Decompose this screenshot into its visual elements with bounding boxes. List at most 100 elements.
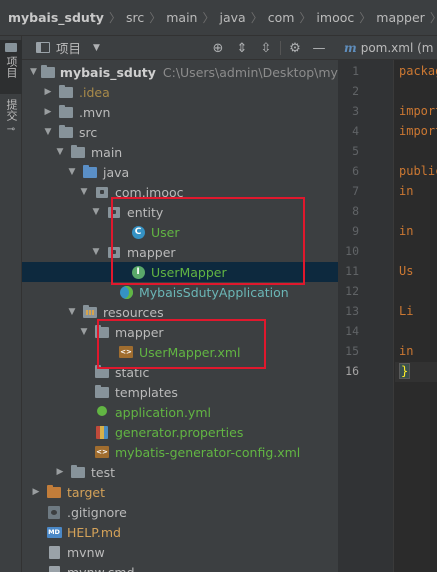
tree-row[interactable]: mvnw — [22, 542, 338, 562]
project-path: C:\Users\admin\Desktop\mybai — [162, 64, 338, 80]
tree-item-label: UserMapper — [151, 264, 227, 280]
gitignore-icon — [46, 504, 62, 520]
editor-tab-label: pom.xml (m — [360, 40, 434, 55]
chevron-down-icon[interactable]: ▼ — [42, 127, 54, 137]
chevron-down-icon[interactable]: ▼ — [54, 147, 66, 157]
xml-icon: <> — [119, 346, 133, 358]
tool-window-strip: 项目 提交 ⊸ — [0, 36, 22, 572]
editor-tab-pom[interactable]: m pom.xml (m — [338, 36, 437, 60]
commit-tool-tab[interactable]: 提交 ⊸ — [0, 96, 22, 150]
project-tool-tab[interactable]: 项目 — [0, 40, 22, 94]
chevron-down-icon[interactable]: ▼ — [66, 167, 78, 177]
tree-row[interactable]: MybaisSdutyApplication — [22, 282, 338, 302]
code-line: import — [399, 104, 437, 118]
tree-item-label: .gitignore — [67, 504, 127, 520]
line-number: 8 — [352, 204, 359, 218]
tree-row[interactable]: C User — [22, 222, 338, 242]
properties-icon — [94, 424, 110, 440]
tree-item-label: mapper — [115, 324, 164, 340]
line-number: 6 — [352, 164, 359, 178]
tree-row[interactable]: .gitignore — [22, 502, 338, 522]
breadcrumb-mapper[interactable]: mapper — [376, 10, 425, 25]
line-number: 2 — [352, 84, 359, 98]
tree-row[interactable]: ▶ .mvn — [22, 102, 338, 122]
folder-icon — [94, 364, 110, 380]
chevron-down-icon[interactable]: ▼ — [90, 247, 102, 257]
code-line: in — [399, 344, 414, 358]
editor-gutter: 1 2 3 4 5 6 7 8 9 10 11 12 13 14 15 16 — [338, 60, 394, 572]
folder-icon — [94, 324, 110, 340]
chevron-down-icon[interactable]: ▼ — [30, 67, 37, 77]
breadcrumb-separator-icon: 〉 — [430, 9, 437, 26]
chevron-down-icon[interactable]: ▼ — [78, 187, 90, 197]
tree-row[interactable]: ▼ src — [22, 122, 338, 142]
tree-row[interactable]: templates — [22, 382, 338, 402]
chevron-right-icon[interactable]: ▶ — [54, 467, 66, 477]
tree-row[interactable]: ▼ mybais_sduty C:\Users\admin\Desktop\myba… — [22, 62, 338, 82]
breadcrumb-main[interactable]: main — [166, 10, 197, 25]
tree-row[interactable]: ▼ entity — [22, 202, 338, 222]
tree-row[interactable]: ▶ test — [22, 462, 338, 482]
breadcrumb-java[interactable]: java — [219, 10, 245, 25]
tree-row[interactable]: ▼ com.imooc — [22, 182, 338, 202]
breadcrumb-com[interactable]: com — [268, 10, 295, 25]
tree-row[interactable]: MD HELP.md — [22, 522, 338, 542]
tree-row[interactable]: ▶ .idea — [22, 82, 338, 102]
folder-icon — [58, 124, 74, 140]
folder-icon — [58, 104, 74, 120]
folder-icon — [58, 84, 74, 100]
package-icon — [94, 184, 110, 200]
tree-row[interactable]: ▼ resources — [22, 302, 338, 322]
tree-row[interactable]: generator.properties — [22, 422, 338, 442]
tree-row[interactable]: mvnw.cmd — [22, 562, 338, 572]
tree-item-label: templates — [115, 384, 178, 400]
gear-icon[interactable]: ⚙ — [283, 41, 307, 56]
minimize-icon[interactable]: — — [307, 41, 331, 56]
breadcrumb-project[interactable]: mybais_sduty — [8, 10, 104, 25]
project-tool-label: 项目 — [5, 56, 18, 78]
spring-app-icon — [118, 284, 134, 300]
tree-row[interactable]: I UserMapper — [22, 262, 338, 282]
expand-all-icon[interactable]: ⇕ — [230, 41, 254, 56]
package-icon — [106, 204, 122, 220]
collapse-all-icon[interactable]: ⇳ — [254, 41, 278, 56]
tree-row[interactable]: application.yml — [22, 402, 338, 422]
chevron-right-icon[interactable]: ▶ — [42, 107, 54, 117]
chevron-right-icon[interactable]: ▶ — [42, 87, 54, 97]
tree-item-label: .mvn — [79, 104, 111, 120]
interface-icon: I — [130, 264, 146, 280]
breadcrumb-separator-icon: 〉 — [299, 11, 312, 25]
tree-row[interactable]: ▼ mapper — [22, 322, 338, 342]
breadcrumb-src[interactable]: src — [126, 10, 144, 25]
excluded-folder-icon — [46, 484, 62, 500]
markdown-icon: MD — [46, 526, 62, 538]
editor-code-area[interactable]: packag import import public in in Us Li in} — [395, 60, 437, 572]
breadcrumb-imooc[interactable]: imooc — [316, 10, 354, 25]
commit-tool-label: 提交 — [5, 99, 18, 121]
chevron-right-icon[interactable]: ▶ — [30, 487, 42, 497]
chevron-down-icon: ▼ — [93, 42, 100, 53]
line-number: 16 — [345, 364, 359, 378]
tree-row[interactable]: static — [22, 362, 338, 382]
tree-row[interactable]: ▼ java — [22, 162, 338, 182]
tree-row[interactable]: <> UserMapper.xml — [22, 342, 338, 362]
chevron-down-icon[interactable]: ▼ — [78, 327, 90, 337]
tree-row[interactable]: ▼ mapper — [22, 242, 338, 262]
tree-row[interactable]: ▶ target — [22, 482, 338, 502]
chevron-down-icon[interactable]: ▼ — [66, 307, 78, 317]
file-icon — [46, 564, 62, 572]
tree-item-label: mvnw.cmd — [67, 564, 135, 572]
project-view-selector[interactable]: 项目 ▼ — [36, 38, 100, 57]
project-tree: ▼ mybais_sduty C:\Users\admin\Desktop\myba… — [22, 60, 338, 572]
project-view-label: 项目 — [56, 41, 82, 56]
tree-row[interactable]: ▼ main — [22, 142, 338, 162]
folder-icon — [5, 43, 17, 52]
folder-icon — [70, 144, 86, 160]
breadcrumb-separator-icon: 〉 — [250, 11, 263, 25]
xml-icon: <> — [95, 446, 109, 458]
tree-row[interactable]: <> mybatis-generator-config.xml — [22, 442, 338, 462]
chevron-down-icon[interactable]: ▼ — [90, 207, 102, 217]
code-line: in — [399, 224, 414, 238]
tree-item-label: MybaisSdutyApplication — [139, 284, 289, 300]
crosshair-icon[interactable]: ⊕ — [206, 41, 230, 56]
